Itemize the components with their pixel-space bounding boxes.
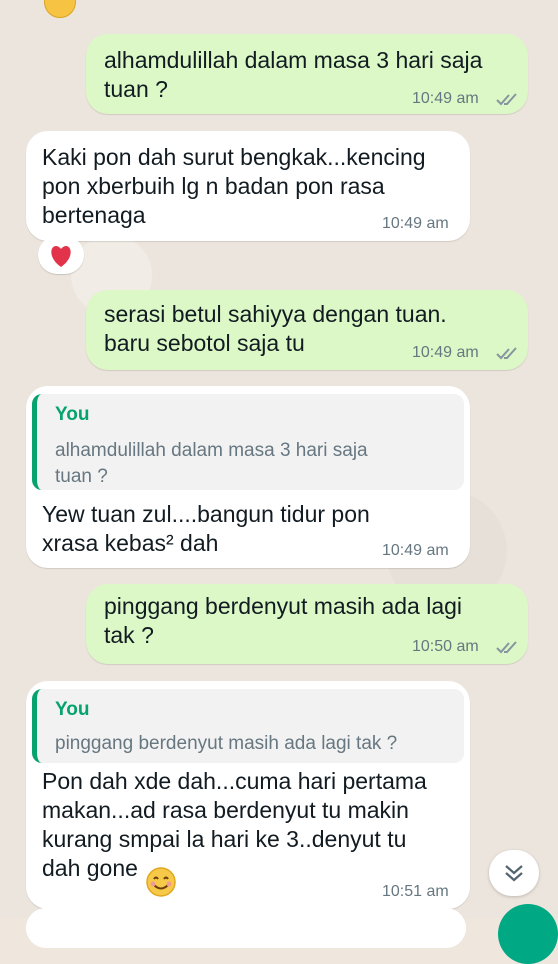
heart-icon: [51, 246, 71, 267]
action-button[interactable]: [498, 904, 558, 964]
quoted-text: alhamdulillah dalam masa 3 hari saja tua…: [55, 440, 368, 487]
message-text: pinggang berdenyut masih ada lagi tak ?: [104, 593, 463, 648]
message-time: 10:49 am: [412, 344, 479, 361]
heart-reaction[interactable]: [38, 236, 84, 274]
smiling-face-emoji-icon: [146, 867, 176, 897]
message-bubble-outgoing[interactable]: pinggang berdenyut masih ada lagi tak ? …: [86, 584, 528, 664]
quoted-author: You: [55, 404, 90, 425]
scroll-to-bottom-button[interactable]: [489, 850, 539, 896]
message-bubble-incoming[interactable]: Kaki pon dah surut bengkak...kencing pon…: [26, 131, 470, 241]
message-time: 10:49 am: [382, 215, 449, 232]
quoted-text: pinggang berdenyut masih ada lagi tak ?: [55, 733, 398, 754]
message-time: 10:49 am: [412, 90, 479, 107]
message-text: Pon dah xde dah...cuma hari pertama maka…: [42, 768, 427, 881]
read-ticks-icon: [496, 93, 517, 106]
message-time: 10:50 am: [412, 638, 479, 655]
message-time: 10:51 am: [382, 883, 449, 900]
quoted-message[interactable]: You pinggang berdenyut masih ada lagi ta…: [32, 689, 464, 763]
quoted-author: You: [55, 699, 90, 720]
message-bubble-incoming[interactable]: You alhamdulillah dalam masa 3 hari saja…: [26, 386, 470, 568]
read-ticks-icon: [496, 641, 517, 654]
message-bubble-incoming[interactable]: You pinggang berdenyut masih ada lagi ta…: [26, 681, 470, 909]
quoted-message[interactable]: You alhamdulillah dalam masa 3 hari saja…: [32, 394, 464, 490]
message-bubble-outgoing[interactable]: serasi betul sahiyya dengan tuan. baru s…: [86, 290, 528, 370]
message-bubble-outgoing[interactable]: alhamdulillah dalam masa 3 hari saja tua…: [86, 34, 528, 114]
double-chevron-down-icon: [505, 865, 523, 882]
message-text: Kaki pon dah surut bengkak...kencing pon…: [42, 144, 426, 228]
message-bubble-partial: [26, 908, 466, 948]
message-text: serasi betul sahiyya dengan tuan. baru s…: [104, 301, 447, 356]
read-ticks-icon: [496, 347, 517, 360]
message-time: 10:49 am: [382, 542, 449, 559]
message-text: Yew tuan zul....bangun tidur pon xrasa k…: [42, 501, 370, 556]
